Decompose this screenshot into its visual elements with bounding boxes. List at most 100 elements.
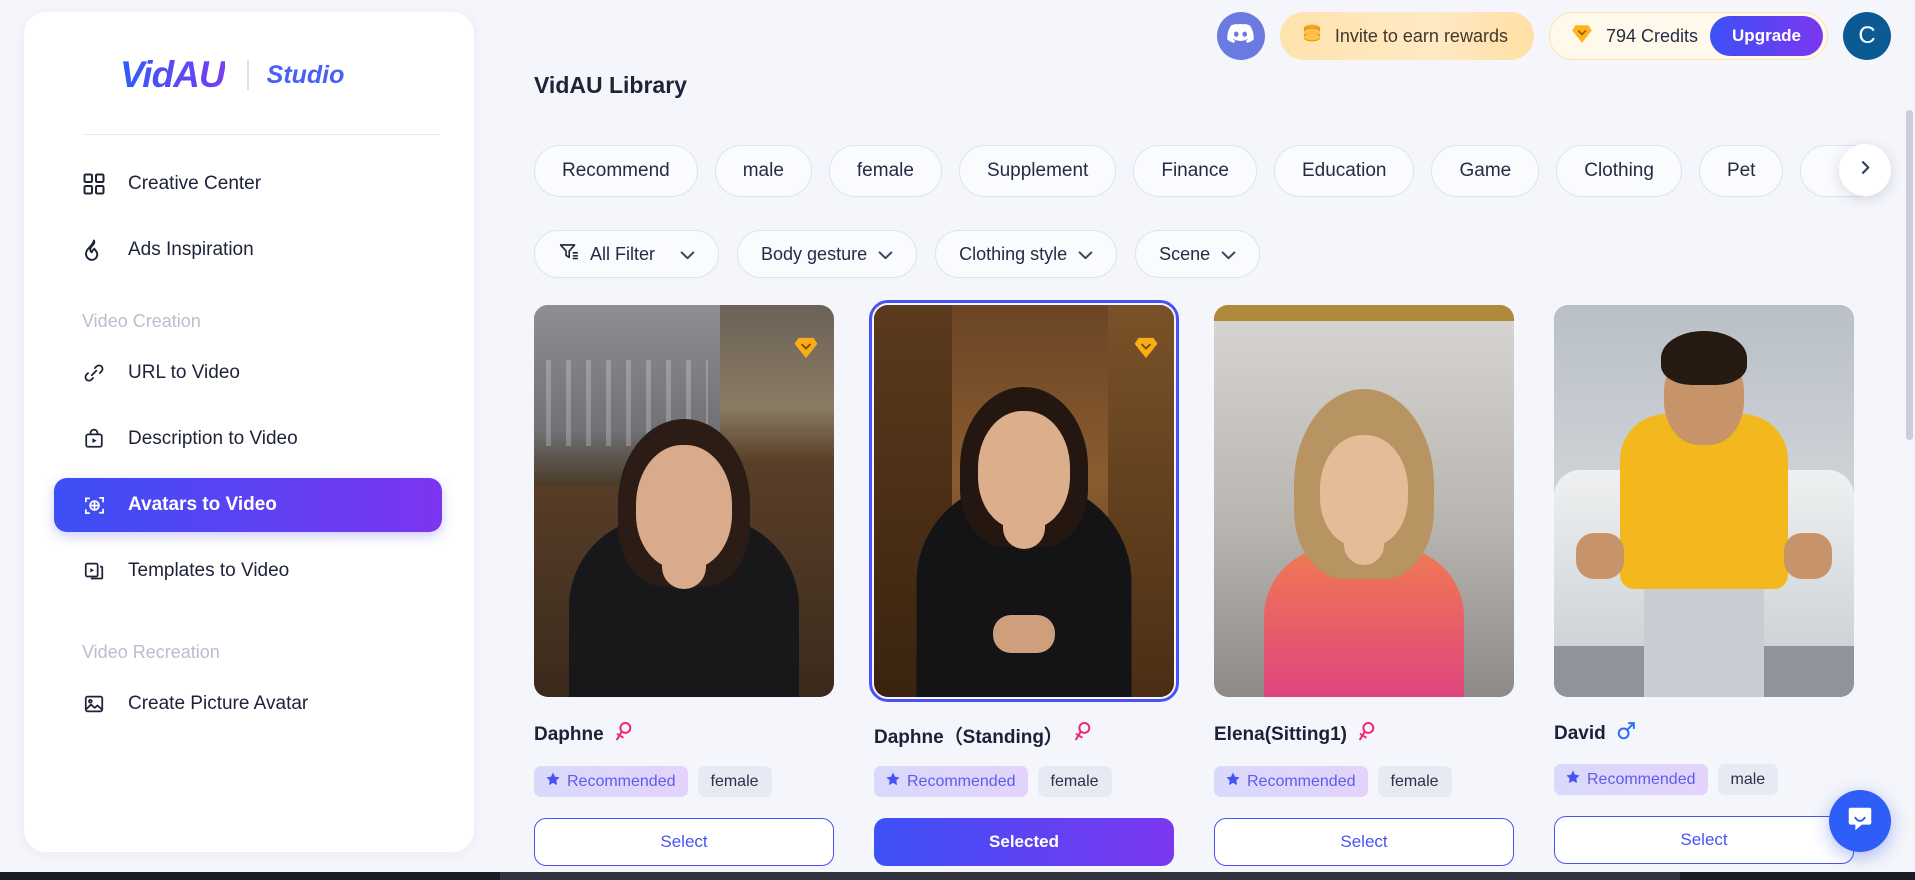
avatar-name: Daphne — [534, 724, 604, 745]
image-icon — [82, 692, 106, 716]
category-chip-supplement[interactable]: Supplement — [958, 145, 1117, 197]
avatar-select-button[interactable]: Select — [1214, 818, 1514, 866]
female-icon — [1357, 721, 1376, 749]
link-icon — [82, 361, 106, 385]
premium-badge-icon — [792, 335, 820, 366]
avatar-select-button[interactable]: Selected — [874, 818, 1174, 866]
filter-icon — [558, 241, 579, 267]
category-chip-row[interactable]: Recommend male female Supplement Finance… — [534, 144, 1915, 198]
brand-logo: VidAU — [120, 54, 226, 95]
sidebar-item-ads-inspiration[interactable]: Ads Inspiration — [54, 223, 442, 277]
sidebar-item-description-to-video[interactable]: Description to Video — [54, 412, 442, 466]
avatar-name: David — [1554, 723, 1606, 744]
premium-badge-icon — [1132, 335, 1160, 366]
gender-tag: female — [697, 766, 772, 797]
category-chip-clothing[interactable]: Clothing — [1556, 145, 1682, 197]
page-title: VidAU Library — [534, 72, 687, 98]
filter-label: All Filter — [590, 243, 656, 264]
avatar-select-button[interactable]: Select — [1554, 816, 1854, 864]
filter-label: Body gesture — [761, 243, 868, 264]
category-next-button[interactable] — [1839, 144, 1891, 196]
gender-tag: male — [1717, 764, 1779, 795]
sidebar-item-create-picture-avatar[interactable]: Create Picture Avatar — [54, 677, 442, 731]
female-icon — [614, 721, 633, 749]
avatar-tags: Recommended female — [1214, 766, 1514, 797]
category-chip-game[interactable]: Game — [1431, 145, 1540, 197]
chevron-down-icon — [1221, 244, 1236, 265]
category-chip-recommend[interactable]: Recommend — [534, 145, 698, 197]
avatar-name: Daphne（Standing） — [874, 726, 1063, 748]
avatar-thumbnail[interactable] — [1214, 305, 1514, 697]
filter-body-gesture[interactable]: Body gesture — [737, 230, 918, 278]
gender-tag: female — [1377, 766, 1452, 797]
avatar-name-row: Elena(Sitting1) — [1214, 721, 1514, 749]
sidebar-group-title-video-creation: Video Creation — [82, 311, 201, 331]
avatar-thumbnail[interactable] — [1554, 305, 1854, 697]
star-icon — [1226, 772, 1240, 791]
chevron-down-icon — [878, 244, 893, 265]
recommended-label: Recommended — [1587, 770, 1696, 788]
sidebar-item-templates-to-video[interactable]: Templates to Video — [54, 544, 442, 598]
filter-clothing-style[interactable]: Clothing style — [935, 230, 1118, 278]
category-chip-female[interactable]: female — [828, 145, 942, 197]
female-icon — [1073, 721, 1092, 749]
category-chip-finance[interactable]: Finance — [1133, 145, 1257, 197]
recommended-badge: Recommended — [1214, 766, 1368, 797]
star-icon — [546, 772, 560, 791]
sidebar-item-label: URL to Video — [128, 362, 240, 383]
sidebar-item-label: Avatars to Video — [128, 494, 277, 515]
recommended-badge: Recommended — [1554, 764, 1708, 795]
gender-tag: female — [1037, 766, 1112, 797]
avatar-thumbnail[interactable] — [534, 305, 834, 697]
grid-icon — [82, 172, 106, 196]
brand: VidAU Studio — [24, 12, 474, 96]
filter-label: Scene — [1159, 243, 1211, 264]
category-chip-male[interactable]: male — [714, 145, 812, 197]
avatar-thumbnail[interactable] — [869, 300, 1179, 702]
templates-icon — [82, 559, 106, 583]
avatar-name-row: Daphne — [534, 721, 834, 749]
category-chip-education[interactable]: Education — [1273, 145, 1415, 197]
chevron-down-icon — [680, 244, 695, 265]
main-content: VidAU Library Recommend male female Supp… — [500, 0, 1915, 880]
star-icon — [1566, 770, 1580, 789]
avatar-tags: Recommended male — [1554, 764, 1854, 795]
recommended-label: Recommended — [1247, 772, 1356, 790]
sidebar-item-label: Creative Center — [128, 173, 262, 194]
avatar-tags: Recommended female — [534, 766, 834, 797]
brand-divider — [246, 60, 249, 90]
avatar-card: Daphne Recommended female Select — [534, 305, 834, 866]
avatar-select-button[interactable]: Select — [534, 818, 834, 866]
star-icon — [886, 772, 900, 791]
brand-studio-label: Studio — [266, 60, 345, 89]
avatar-name: Elena(Sitting1) — [1214, 724, 1348, 745]
sidebar-nav: Creative Center Ads Inspiration Video Cr… — [24, 135, 474, 731]
filter-scene[interactable]: Scene — [1135, 230, 1261, 278]
sidebar-item-creative-center[interactable]: Creative Center — [54, 157, 442, 211]
avatar-name-row: David — [1554, 721, 1854, 747]
avatar-name-row: Daphne（Standing） — [874, 721, 1174, 749]
avatar-card-grid: Daphne Recommended female Select Daphne（… — [534, 300, 1915, 866]
vertical-scrollbar-thumb[interactable] — [1906, 110, 1913, 440]
recommended-badge: Recommended — [874, 766, 1028, 797]
category-chip-pet[interactable]: Pet — [1698, 145, 1784, 197]
recommended-badge: Recommended — [534, 766, 688, 797]
sidebar-item-url-to-video[interactable]: URL to Video — [54, 346, 442, 400]
sidebar-item-label: Description to Video — [128, 428, 298, 449]
sidebar-item-avatars-to-video[interactable]: Avatars to Video — [54, 478, 442, 532]
app-root: VidAU Studio Creative Center Ads Inspira… — [0, 0, 1915, 880]
chevron-right-icon — [1857, 159, 1874, 181]
avatar-card: David Recommended male Select — [1554, 305, 1854, 866]
avatar-card: Elena(Sitting1) Recommended female Selec… — [1214, 305, 1514, 866]
chat-support-button[interactable] — [1829, 790, 1891, 852]
horizontal-scrollbar-thumb[interactable] — [500, 872, 1680, 880]
male-icon — [1616, 721, 1636, 747]
avatar-target-icon — [82, 493, 106, 517]
sidebar-group-title-video-recreation: Video Recreation — [82, 642, 220, 662]
recommended-label: Recommended — [907, 772, 1016, 790]
filter-row: All Filter Body gesture Clothing style S… — [534, 230, 1261, 278]
chevron-down-icon — [1078, 244, 1093, 265]
recommended-label: Recommended — [567, 772, 676, 790]
filter-all-filter[interactable]: All Filter — [534, 230, 720, 278]
avatar-tags: Recommended female — [874, 766, 1174, 797]
